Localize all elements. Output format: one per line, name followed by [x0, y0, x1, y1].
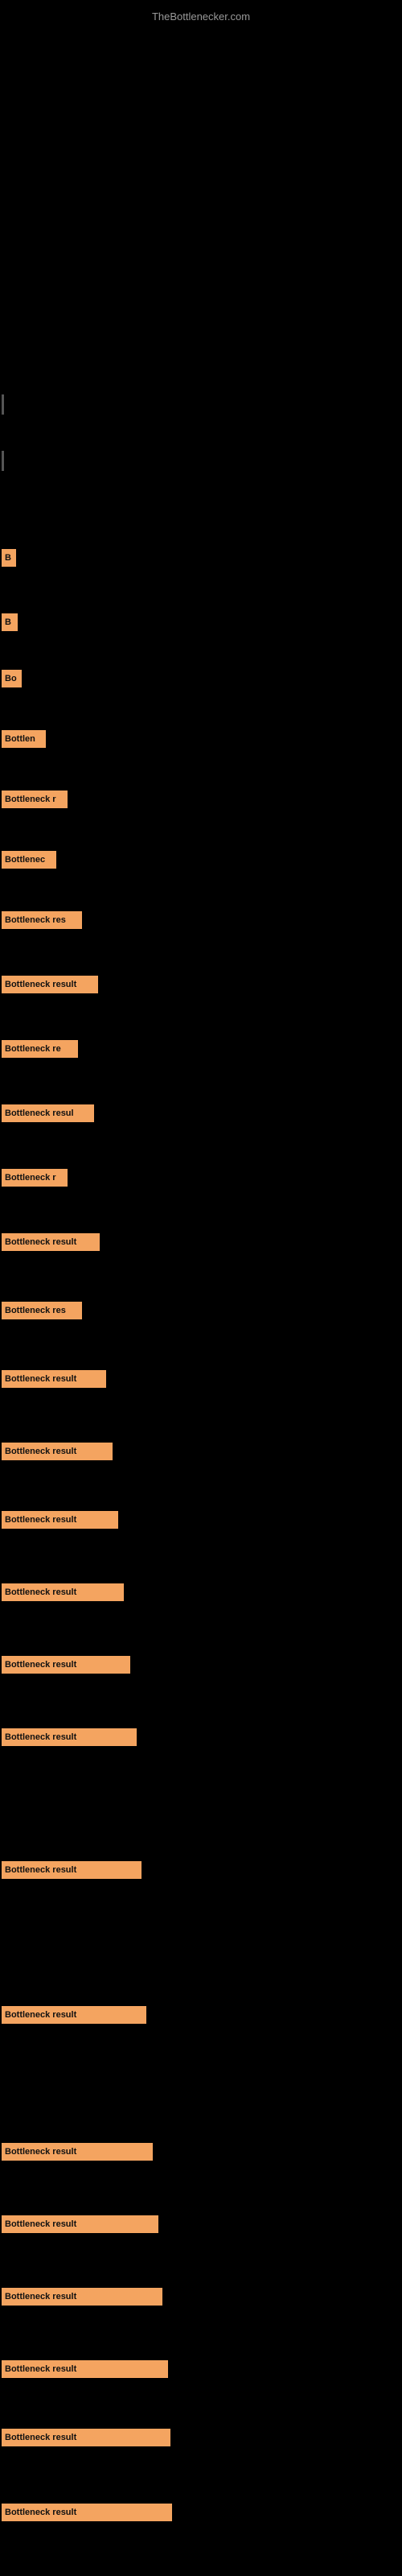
bottleneck-bar-10: Bottleneck resul [2, 1104, 94, 1122]
bottleneck-bar-17: Bottleneck result [2, 1583, 124, 1601]
bottleneck-bar-14: Bottleneck result [2, 1370, 106, 1388]
bottleneck-bar-22: Bottleneck result [2, 2143, 153, 2161]
bar-row-25: Bottleneck result [2, 2359, 168, 2380]
bottleneck-bar-25: Bottleneck result [2, 2360, 168, 2378]
bottleneck-bar-21: Bottleneck result [2, 2006, 146, 2024]
bar-row-16: Bottleneck result [2, 1509, 118, 1530]
bottleneck-bar-24: Bottleneck result [2, 2288, 162, 2306]
bottleneck-bar-3: Bo [2, 670, 22, 687]
bar-row-11: Bottleneck r [2, 1167, 68, 1188]
bottleneck-bar-8: Bottleneck result [2, 976, 98, 993]
bar-row-3: Bo [2, 668, 22, 689]
bottleneck-bar-4: Bottlen [2, 730, 46, 748]
bar-row-5: Bottleneck r [2, 789, 68, 810]
bar-row-21: Bottleneck result [2, 2004, 146, 2025]
bar-row-15: Bottleneck result [2, 1441, 113, 1462]
bottleneck-bar-23: Bottleneck result [2, 2215, 158, 2233]
bar-row-7: Bottleneck res [2, 910, 82, 931]
bar-row-27: Bottleneck result [2, 2502, 172, 2523]
bottleneck-bar-13: Bottleneck res [2, 1302, 82, 1319]
bar-row-24: Bottleneck result [2, 2286, 162, 2307]
bottleneck-bar-16: Bottleneck result [2, 1511, 118, 1529]
bar-row-10: Bottleneck resul [2, 1103, 94, 1124]
y-axis-indicator-2 [2, 451, 4, 471]
bar-row-14: Bottleneck result [2, 1368, 106, 1389]
site-title: TheBottlenecker.com [152, 10, 250, 23]
bottleneck-bar-6: Bottlenec [2, 851, 56, 869]
bottleneck-bar-18: Bottleneck result [2, 1656, 130, 1674]
bar-row-8: Bottleneck result [2, 974, 98, 995]
bottleneck-bar-2: B [2, 613, 18, 631]
bar-row-13: Bottleneck res [2, 1300, 82, 1321]
bottleneck-bar-7: Bottleneck res [2, 911, 82, 929]
main-container: TheBottlenecker.com B B Bo Bottlen Bottlenec… [0, 0, 402, 2576]
bottleneck-bar-27: Bottleneck result [2, 2504, 172, 2521]
bar-row-12: Bottleneck result [2, 1232, 100, 1253]
bar-row-26: Bottleneck result [2, 2427, 170, 2448]
bar-row-20: Bottleneck result [2, 1860, 142, 1880]
bottleneck-bar-15: Bottleneck result [2, 1443, 113, 1460]
bottleneck-bar-12: Bottleneck result [2, 1233, 100, 1251]
bar-row-18: Bottleneck result [2, 1654, 130, 1675]
bar-row-23: Bottleneck result [2, 2214, 158, 2235]
bottleneck-bar-5: Bottleneck r [2, 791, 68, 808]
bar-row-9: Bottleneck re [2, 1038, 78, 1059]
bottleneck-bar-9: Bottleneck re [2, 1040, 78, 1058]
bottleneck-bar-11: Bottleneck r [2, 1169, 68, 1187]
bar-row-22: Bottleneck result [2, 2141, 153, 2162]
bar-row-1: B [2, 547, 16, 568]
bottleneck-bar-19: Bottleneck result [2, 1728, 137, 1746]
bar-row-2: B [2, 612, 18, 633]
bottleneck-bar-26: Bottleneck result [2, 2429, 170, 2446]
chart-area [4, 24, 398, 507]
bottleneck-bar-20: Bottleneck result [2, 1861, 142, 1879]
bar-row-6: Bottlenec [2, 849, 56, 870]
bottleneck-bar-1: B [2, 549, 16, 567]
bar-row-4: Bottlen [2, 729, 46, 749]
bar-row-19: Bottleneck result [2, 1727, 137, 1748]
y-axis-indicator-1 [2, 394, 4, 415]
bar-row-17: Bottleneck result [2, 1582, 124, 1603]
